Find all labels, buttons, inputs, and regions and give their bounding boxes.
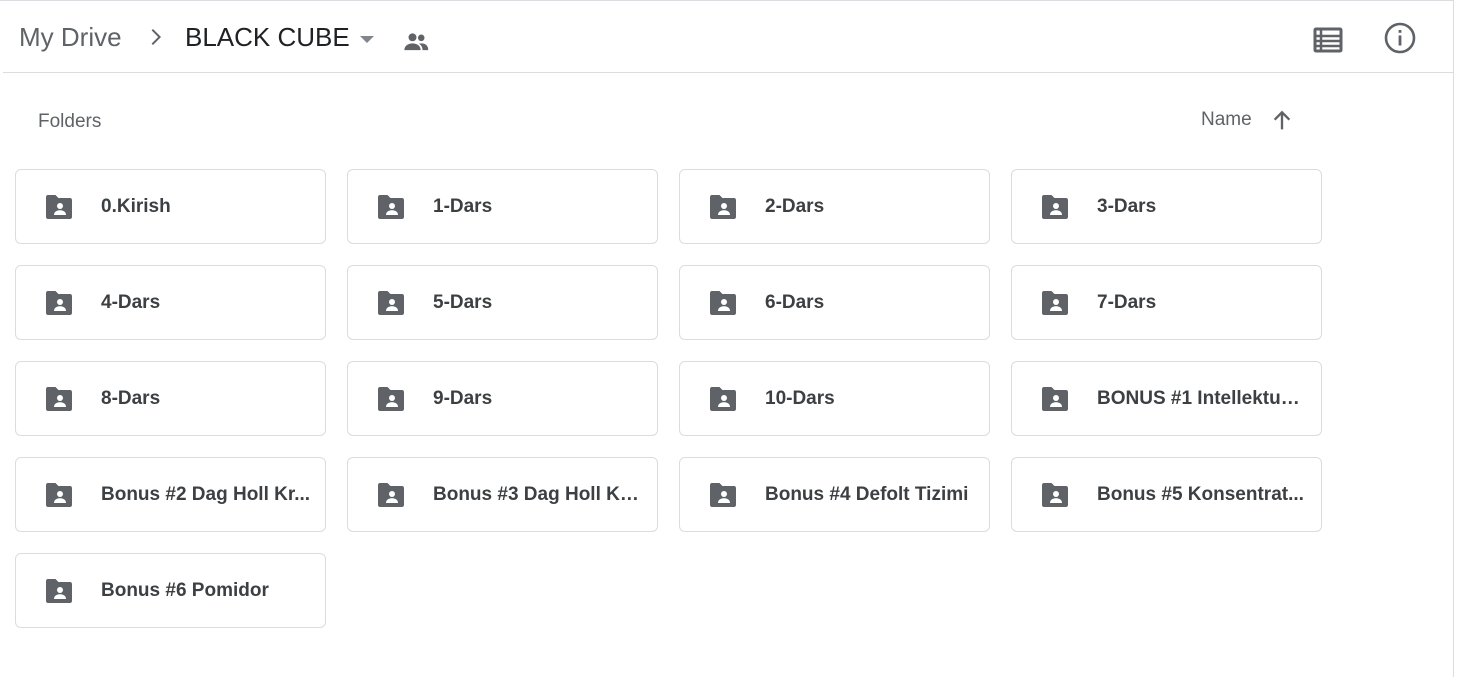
folder-card[interactable]: 3-Dars xyxy=(1011,169,1322,244)
shared-folder-icon xyxy=(710,195,736,219)
shared-folder-icon xyxy=(46,195,72,219)
folder-card[interactable]: Bonus #5 Konsentrat... xyxy=(1011,457,1322,532)
folder-card[interactable]: 4-Dars xyxy=(15,265,326,340)
folder-card[interactable]: Bonus #2 Dag Holl Kr... xyxy=(15,457,326,532)
folder-card[interactable]: Bonus #3 Dag Holl Ko... xyxy=(347,457,658,532)
folder-name: 8-Dars xyxy=(101,388,161,409)
header-bar: My Drive BLACK CUBE xyxy=(3,1,1453,73)
folder-card[interactable]: 10-Dars xyxy=(679,361,990,436)
shared-folder-icon xyxy=(1042,483,1068,507)
folder-name: 1-Dars xyxy=(433,196,493,217)
sort-by-name-button[interactable]: Name xyxy=(1201,108,1252,132)
shared-folder-icon xyxy=(378,483,404,507)
folder-grid: 0.Kirish 1-Dars 2-Dars 3-Dars 4-Dars 5-D… xyxy=(15,169,1325,628)
info-icon[interactable] xyxy=(1382,20,1418,56)
right-divider xyxy=(1453,0,1454,677)
drive-window: My Drive BLACK CUBE Folders Name 0.Kiris… xyxy=(0,0,1457,677)
folder-card[interactable]: 2-Dars xyxy=(679,169,990,244)
folder-name: 6-Dars xyxy=(765,292,825,313)
folder-card[interactable]: 9-Dars xyxy=(347,361,658,436)
people-icon xyxy=(404,33,429,51)
breadcrumb-current-folder[interactable]: BLACK CUBE xyxy=(185,19,350,55)
folder-name: 0.Kirish xyxy=(101,196,171,217)
folder-name: Bonus #3 Dag Holl Ko... xyxy=(433,484,643,505)
chevron-right-icon xyxy=(151,29,161,45)
shared-folder-icon xyxy=(1042,387,1068,411)
folder-name: Bonus #2 Dag Holl Kr... xyxy=(101,484,311,505)
shared-folder-icon xyxy=(46,579,72,603)
shared-folder-icon xyxy=(1042,195,1068,219)
caret-down-icon[interactable] xyxy=(355,27,379,51)
section-heading-folders: Folders xyxy=(38,111,102,132)
folder-card[interactable]: 8-Dars xyxy=(15,361,326,436)
shared-folder-icon xyxy=(46,483,72,507)
arrow-up-icon[interactable] xyxy=(1268,106,1296,134)
breadcrumb-my-drive[interactable]: My Drive xyxy=(19,19,122,55)
folder-name: 7-Dars xyxy=(1097,292,1157,313)
folder-card[interactable]: Bonus #4 Defolt Tizimi xyxy=(679,457,990,532)
folder-name: Bonus #4 Defolt Tizimi xyxy=(765,484,969,505)
folder-card[interactable]: 6-Dars xyxy=(679,265,990,340)
shared-folder-icon xyxy=(378,195,404,219)
folder-card[interactable]: 1-Dars xyxy=(347,169,658,244)
folder-name: 3-Dars xyxy=(1097,196,1157,217)
folder-name: Bonus #5 Konsentrat... xyxy=(1097,484,1304,505)
folder-name: BONUS #1 Intellektua... xyxy=(1097,388,1307,409)
shared-folder-icon xyxy=(378,291,404,315)
shared-folder-icon xyxy=(710,483,736,507)
list-view-icon[interactable] xyxy=(1310,22,1346,58)
shared-folder-icon xyxy=(710,291,736,315)
folder-name: Bonus #6 Pomidor xyxy=(101,580,269,601)
folder-name: 5-Dars xyxy=(433,292,493,313)
shared-folder-icon xyxy=(46,291,72,315)
shared-folder-icon xyxy=(710,387,736,411)
folder-name: 4-Dars xyxy=(101,292,161,313)
folder-card[interactable]: Bonus #6 Pomidor xyxy=(15,553,326,628)
folder-name: 2-Dars xyxy=(765,196,825,217)
folder-name: 10-Dars xyxy=(765,388,835,409)
shared-folder-icon xyxy=(378,387,404,411)
folder-card[interactable]: 7-Dars xyxy=(1011,265,1322,340)
folder-card[interactable]: 0.Kirish xyxy=(15,169,326,244)
folder-card[interactable]: 5-Dars xyxy=(347,265,658,340)
shared-folder-icon xyxy=(1042,291,1068,315)
folder-name: 9-Dars xyxy=(433,388,493,409)
shared-folder-icon xyxy=(46,387,72,411)
folder-card[interactable]: BONUS #1 Intellektua... xyxy=(1011,361,1322,436)
